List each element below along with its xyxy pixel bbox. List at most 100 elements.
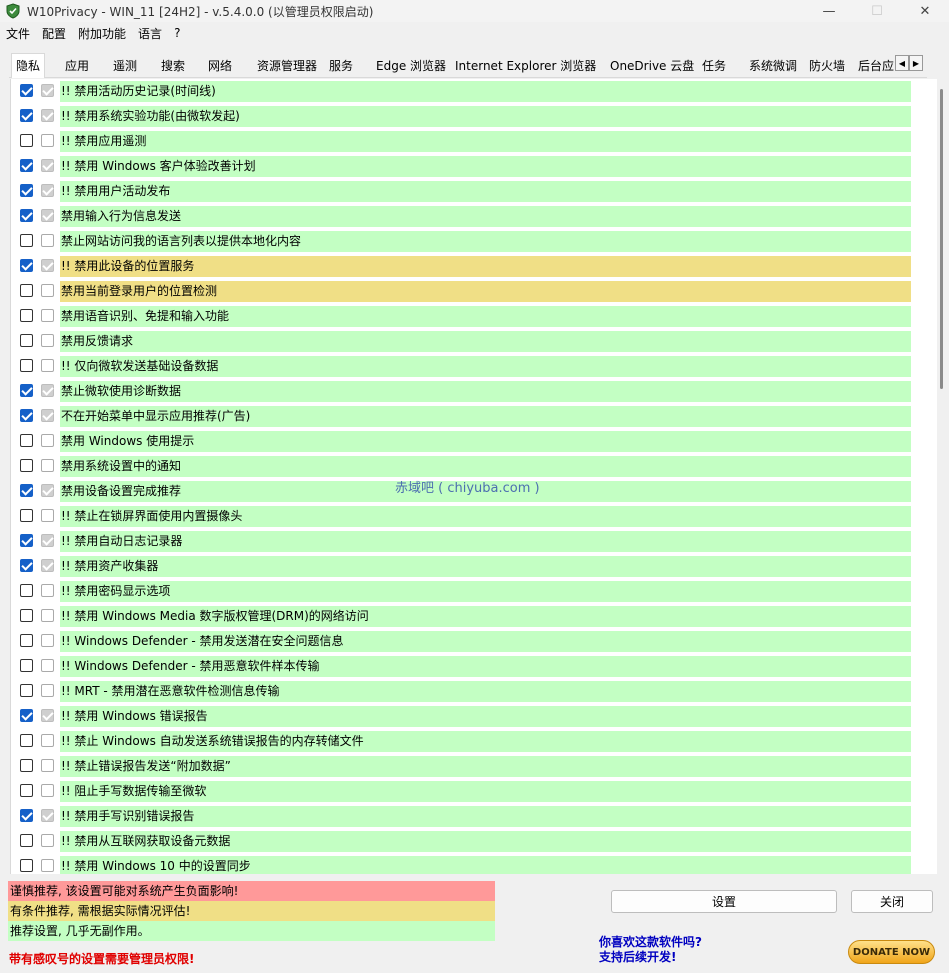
close-button[interactable]: 关闭 — [851, 890, 933, 913]
tab-scroll-right-icon[interactable]: ▶ — [909, 55, 923, 71]
tab-search[interactable]: 搜索 — [157, 57, 185, 77]
setting-label[interactable]: 禁用反馈请求 — [60, 331, 911, 352]
setting-label[interactable]: !! 禁止在锁屏界面使用内置摄像头 — [60, 506, 911, 527]
list-item: !! 禁用 Windows 10 中的设置同步 — [11, 854, 946, 874]
setting-checkbox[interactable] — [20, 759, 33, 772]
setting-checkbox[interactable] — [20, 184, 33, 197]
default-indicator-checkbox — [41, 834, 54, 847]
setting-label[interactable]: !! 禁止错误报告发送“附加数据” — [60, 756, 911, 777]
tab-tweaks[interactable]: 系统微调 — [745, 57, 797, 77]
setting-checkbox[interactable] — [20, 734, 33, 747]
setting-checkbox[interactable] — [20, 684, 33, 697]
tab-edge[interactable]: Edge 浏览器 — [372, 57, 446, 77]
donate-button[interactable]: DONATE NOW — [848, 940, 935, 964]
setting-checkbox[interactable] — [20, 784, 33, 797]
setting-checkbox[interactable] — [20, 159, 33, 172]
setting-label[interactable]: !! 禁用 Windows 错误报告 — [60, 706, 911, 727]
minimize-button[interactable]: — — [805, 0, 853, 22]
setting-checkbox[interactable] — [20, 309, 33, 322]
setting-label[interactable]: !! 禁止 Windows 自动发送系统错误报告的内存转储文件 — [60, 731, 911, 752]
setting-label[interactable]: 禁用 Windows 使用提示 — [60, 431, 911, 452]
menu-extras[interactable]: 附加功能 — [78, 25, 126, 42]
setting-label[interactable]: !! MRT - 禁用潜在恶意软件检测信息传输 — [60, 681, 911, 702]
setting-label[interactable]: 禁用语音识别、免提和输入功能 — [60, 306, 911, 327]
menu-config[interactable]: 配置 — [42, 25, 66, 42]
menu-help[interactable]: ? — [174, 26, 180, 40]
setting-checkbox[interactable] — [20, 134, 33, 147]
tab-telemetry[interactable]: 遥测 — [109, 57, 137, 77]
tab-services[interactable]: 服务 — [325, 57, 353, 77]
setting-label[interactable]: !! 禁用资产收集器 — [60, 556, 911, 577]
setting-label[interactable]: !! 禁用用户活动发布 — [60, 181, 911, 202]
setting-label[interactable]: 不在开始菜单中显示应用推荐(广告) — [60, 406, 911, 427]
setting-checkbox[interactable] — [20, 334, 33, 347]
tab-tasks[interactable]: 任务 — [698, 57, 726, 77]
setting-label[interactable]: !! 禁用手写识别错误报告 — [60, 806, 911, 827]
setting-checkbox[interactable] — [20, 709, 33, 722]
setting-label[interactable]: 禁用输入行为信息发送 — [60, 206, 911, 227]
tab-ie[interactable]: Internet Explorer 浏览器 — [451, 57, 596, 77]
setting-checkbox[interactable] — [20, 534, 33, 547]
setting-checkbox[interactable] — [20, 409, 33, 422]
setting-label[interactable]: !! Windows Defender - 禁用恶意软件样本传输 — [60, 656, 911, 677]
list-item: !! 禁用 Windows 客户体验改善计划 — [11, 154, 946, 179]
setting-label[interactable]: !! 禁用 Windows Media 数字版权管理(DRM)的网络访问 — [60, 606, 911, 627]
setting-checkbox[interactable] — [20, 834, 33, 847]
setting-checkbox[interactable] — [20, 109, 33, 122]
setting-label[interactable]: 禁止网站访问我的语言列表以提供本地化内容 — [60, 231, 911, 252]
setting-label[interactable]: !! 禁用此设备的位置服务 — [60, 256, 911, 277]
setting-checkbox[interactable] — [20, 209, 33, 222]
maximize-button[interactable]: ☐ — [853, 0, 901, 22]
menu-bar: 文件 配置 附加功能 语言 ? — [0, 23, 192, 43]
tab-scroll-left-icon[interactable]: ◀ — [895, 55, 909, 71]
default-indicator-checkbox — [41, 184, 54, 197]
setting-checkbox[interactable] — [20, 284, 33, 297]
setting-checkbox[interactable] — [20, 459, 33, 472]
tab-network[interactable]: 网络 — [204, 57, 232, 77]
setting-checkbox[interactable] — [20, 384, 33, 397]
menu-file[interactable]: 文件 — [6, 25, 30, 42]
setting-label[interactable]: !! 禁用应用遥测 — [60, 131, 911, 152]
vertical-scrollbar[interactable] — [937, 79, 946, 874]
default-indicator-checkbox — [41, 584, 54, 597]
setting-checkbox[interactable] — [20, 484, 33, 497]
list-item: !! 禁用系统实验功能(由微软发起) — [11, 104, 946, 129]
setting-checkbox[interactable] — [20, 609, 33, 622]
setting-label[interactable]: !! 禁用 Windows 10 中的设置同步 — [60, 856, 911, 874]
tab-firewall[interactable]: 防火墙 — [805, 57, 845, 77]
tab-apps[interactable]: 应用 — [61, 57, 89, 77]
setting-checkbox[interactable] — [20, 634, 33, 647]
setting-checkbox[interactable] — [20, 509, 33, 522]
scrollbar-thumb[interactable] — [940, 89, 943, 389]
setting-checkbox[interactable] — [20, 584, 33, 597]
setting-checkbox[interactable] — [20, 234, 33, 247]
setting-checkbox[interactable] — [20, 259, 33, 272]
setting-label[interactable]: !! 禁用从互联网获取设备元数据 — [60, 831, 911, 852]
setting-checkbox[interactable] — [20, 559, 33, 572]
setting-checkbox[interactable] — [20, 434, 33, 447]
apply-settings-button[interactable]: 设置 — [611, 890, 837, 913]
setting-label[interactable]: !! 禁用活动历史记录(时间线) — [60, 81, 911, 102]
setting-label[interactable]: 禁止微软使用诊断数据 — [60, 381, 911, 402]
setting-checkbox[interactable] — [20, 359, 33, 372]
setting-label[interactable]: 禁用系统设置中的通知 — [60, 456, 911, 477]
tab-background-apps[interactable]: 后台应 — [854, 57, 894, 77]
setting-label[interactable]: !! 禁用密码显示选项 — [60, 581, 911, 602]
setting-label[interactable]: !! 禁用 Windows 客户体验改善计划 — [60, 156, 911, 177]
setting-label[interactable]: !! 仅向微软发送基础设备数据 — [60, 356, 911, 377]
setting-label[interactable]: !! 禁用系统实验功能(由微软发起) — [60, 106, 911, 127]
close-window-button[interactable]: ✕ — [901, 0, 949, 22]
setting-checkbox[interactable] — [20, 659, 33, 672]
menu-language[interactable]: 语言 — [138, 25, 162, 42]
setting-label[interactable]: 禁用当前登录用户的位置检测 — [60, 281, 911, 302]
setting-checkbox[interactable] — [20, 84, 33, 97]
setting-label[interactable]: !! 阻止手写数据传输至微软 — [60, 781, 911, 802]
setting-checkbox[interactable] — [20, 859, 33, 872]
setting-label[interactable]: !! Windows Defender - 禁用发送潜在安全问题信息 — [60, 631, 911, 652]
tab-privacy[interactable]: 隐私 — [11, 53, 46, 78]
tab-onedrive[interactable]: OneDrive 云盘 — [606, 57, 694, 77]
setting-label[interactable]: !! 禁用自动日志记录器 — [60, 531, 911, 552]
setting-checkbox[interactable] — [20, 809, 33, 822]
list-item: !! 禁用手写识别错误报告 — [11, 804, 946, 829]
tab-explorer[interactable]: 资源管理器 — [253, 57, 317, 77]
